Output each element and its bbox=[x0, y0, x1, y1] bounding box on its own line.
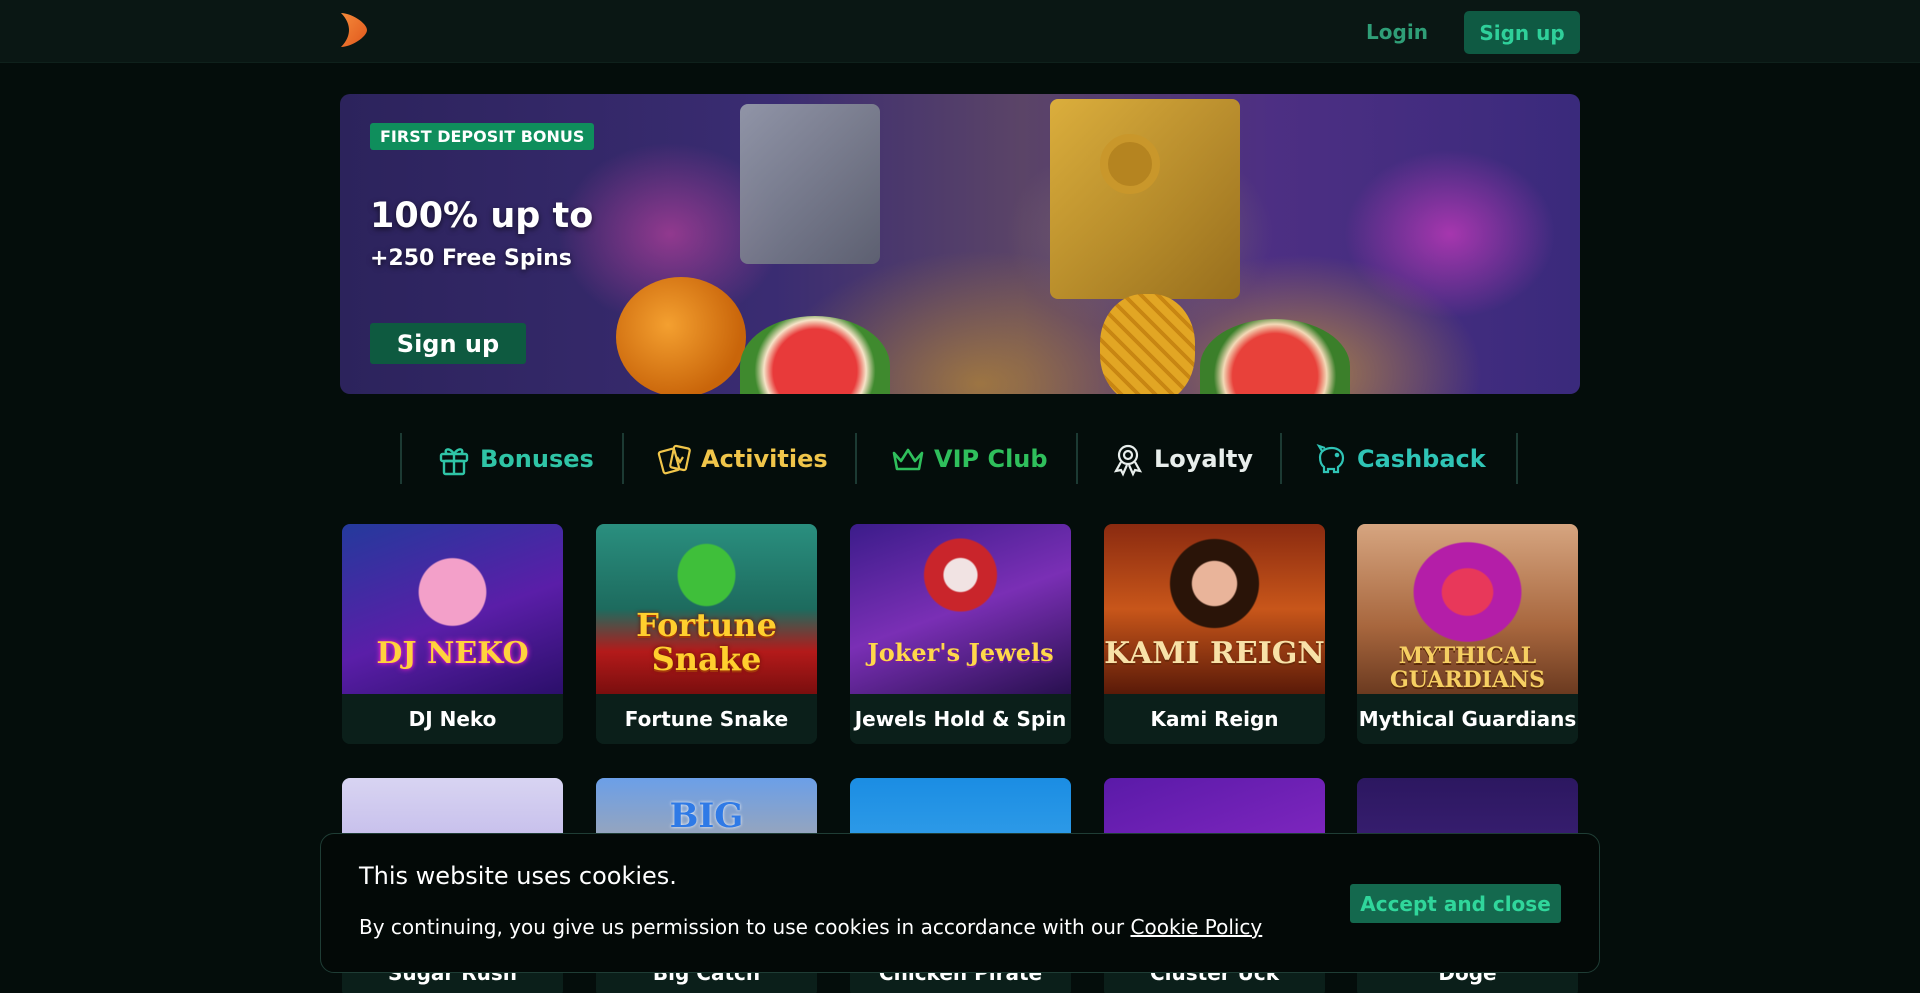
nav-divider bbox=[1076, 433, 1078, 484]
nav-divider bbox=[855, 433, 857, 484]
accept-cookies-button[interactable]: Accept and close bbox=[1350, 884, 1561, 923]
login-button[interactable]: Login bbox=[1350, 11, 1444, 53]
nav-divider bbox=[1516, 433, 1518, 484]
piggy-bank-icon bbox=[1316, 444, 1345, 474]
tab-cashback-label: Cashback bbox=[1357, 445, 1486, 473]
game-art-title: MYTHICAL GUARDIANS bbox=[1389, 643, 1546, 693]
tab-loyalty-label: Loyalty bbox=[1154, 445, 1253, 473]
game-art-title: BIG bbox=[669, 796, 744, 836]
chevron-logo-icon[interactable] bbox=[339, 11, 369, 49]
game-title: Fortune Snake bbox=[596, 694, 817, 744]
game-title: DJ Neko bbox=[342, 694, 563, 744]
cookie-message: By continuing, you give us permission to… bbox=[359, 915, 1262, 939]
game-title: Kami Reign bbox=[1104, 694, 1325, 744]
tab-vip-club[interactable]: VIP Club bbox=[890, 438, 1048, 480]
tab-bonuses[interactable]: Bonuses bbox=[436, 438, 594, 480]
game-card-mythical-guardians[interactable]: MYTHICAL GUARDIANS Mythical Guardians bbox=[1357, 524, 1578, 744]
tab-vip-club-label: VIP Club bbox=[934, 445, 1048, 473]
game-thumbnail: Joker's Jewels bbox=[850, 524, 1071, 694]
banner-art-watermelon bbox=[740, 316, 890, 394]
game-card-fortune-snake[interactable]: Fortune Snake Fortune Snake bbox=[596, 524, 817, 744]
banner-art-vault-dial bbox=[1100, 134, 1160, 194]
tab-bonuses-label: Bonuses bbox=[480, 445, 594, 473]
banner-title: 100% up to bbox=[370, 196, 594, 236]
banner-art-vault bbox=[740, 104, 880, 264]
bonus-badge: FIRST DEPOSIT BONUS bbox=[370, 123, 595, 150]
banner-art-pineapple bbox=[1100, 294, 1195, 394]
game-art-title: DJ NEKO bbox=[376, 636, 529, 671]
cards-icon bbox=[657, 444, 691, 475]
tab-cashback[interactable]: Cashback bbox=[1313, 438, 1486, 480]
category-nav: Bonuses Activities VIP Club Loyalty Cash… bbox=[400, 433, 1520, 484]
nav-divider bbox=[400, 433, 402, 484]
nav-divider bbox=[622, 433, 624, 484]
gift-icon bbox=[439, 448, 469, 476]
banner-art-orange bbox=[616, 277, 746, 394]
cookie-banner: This website uses cookies. By continuing… bbox=[320, 833, 1600, 973]
promo-banner[interactable]: FIRST DEPOSIT BONUS 100% up to +250 Free… bbox=[340, 94, 1580, 394]
game-title: Mythical Guardians bbox=[1357, 694, 1578, 744]
game-title: Jewels Hold & Spin bbox=[850, 694, 1071, 744]
game-thumbnail: KAMI REIGN bbox=[1104, 524, 1325, 694]
banner-subtitle: +250 Free Spins bbox=[370, 246, 572, 271]
banner-art-watermelon-right bbox=[1200, 319, 1350, 394]
game-art-title: Fortune Snake bbox=[636, 606, 777, 678]
banner-signup-button[interactable]: Sign up bbox=[370, 323, 526, 364]
tab-activities[interactable]: Activities bbox=[657, 438, 828, 480]
game-card-dj-neko[interactable]: DJ NEKO DJ Neko bbox=[342, 524, 563, 744]
cookie-message-text: By continuing, you give us permission to… bbox=[359, 915, 1131, 939]
tab-activities-label: Activities bbox=[701, 445, 828, 473]
game-thumbnail: Fortune Snake bbox=[596, 524, 817, 694]
banner-art-gold-vault bbox=[1050, 99, 1240, 299]
nav-divider bbox=[1280, 433, 1282, 484]
game-card-jewels-hold-spin[interactable]: Joker's Jewels Jewels Hold & Spin bbox=[850, 524, 1071, 744]
game-art-title: KAMI REIGN bbox=[1104, 636, 1325, 671]
cookie-title: This website uses cookies. bbox=[359, 862, 677, 890]
game-card-kami-reign[interactable]: KAMI REIGN Kami Reign bbox=[1104, 524, 1325, 744]
ribbon-badge-icon bbox=[1113, 444, 1143, 477]
top-header: Login Sign up bbox=[0, 0, 1920, 63]
game-thumbnail: MYTHICAL GUARDIANS bbox=[1357, 524, 1578, 694]
game-thumbnail: DJ NEKO bbox=[342, 524, 563, 694]
crown-icon bbox=[892, 448, 924, 471]
tab-loyalty[interactable]: Loyalty bbox=[1110, 438, 1253, 480]
cookie-policy-link[interactable]: Cookie Policy bbox=[1131, 915, 1263, 939]
game-art-title: Joker's Jewels bbox=[867, 638, 1054, 667]
signup-button[interactable]: Sign up bbox=[1464, 11, 1580, 54]
